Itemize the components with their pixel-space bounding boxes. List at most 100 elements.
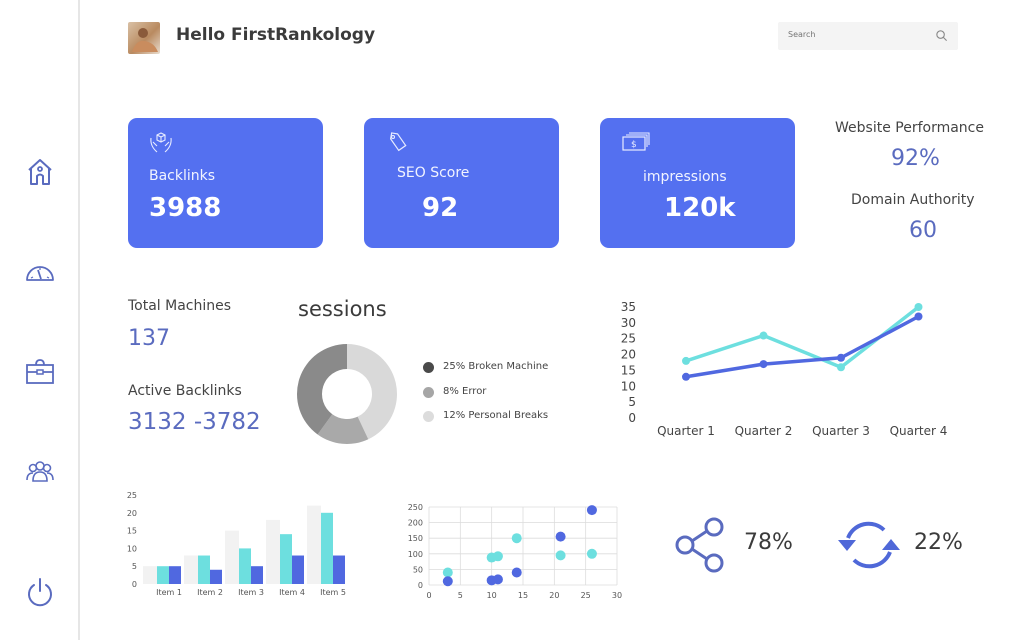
bar <box>184 555 198 584</box>
y-tick-label: 15 <box>127 527 137 536</box>
y-tick-label: 15 <box>621 363 636 377</box>
card-value: 92 <box>422 193 459 223</box>
data-point <box>682 356 690 365</box>
user-photo-icon <box>132 28 158 52</box>
sidebar-item-logout[interactable] <box>24 576 56 608</box>
x-tick-label: 30 <box>612 591 622 600</box>
bar <box>225 530 239 584</box>
tag-icon <box>389 132 407 152</box>
card-label: impressions <box>643 169 727 185</box>
data-point <box>682 372 690 381</box>
sidebar-item-home[interactable] <box>24 156 56 188</box>
x-tick-label: Quarter 4 <box>890 424 948 438</box>
search-input[interactable] <box>788 30 928 39</box>
speedometer-icon <box>26 266 54 281</box>
active-backlinks-value: 3132 -3782 <box>128 409 261 435</box>
bar <box>198 555 210 584</box>
y-tick-label: 200 <box>408 519 423 528</box>
data-point <box>511 533 522 544</box>
x-tick-label: Item 5 <box>320 588 346 597</box>
legend-dot <box>423 387 434 398</box>
data-point <box>442 576 453 587</box>
data-point <box>555 531 566 542</box>
bar <box>292 555 304 584</box>
bar <box>333 555 345 584</box>
y-tick-label: 0 <box>628 411 636 425</box>
avatar[interactable] <box>128 22 160 54</box>
y-tick-label: 10 <box>621 379 636 393</box>
y-tick-label: 20 <box>621 348 636 362</box>
y-tick-label: 35 <box>621 300 636 314</box>
y-tick-label: 250 <box>408 503 423 512</box>
active-backlinks-label: Active Backlinks <box>128 383 242 399</box>
x-tick-label: 20 <box>549 591 559 600</box>
card-value: 120k <box>664 193 736 223</box>
data-point <box>586 548 597 559</box>
bar <box>143 566 157 584</box>
sessions-title: sessions <box>298 297 387 321</box>
search-icon[interactable] <box>935 29 948 42</box>
quarterly-line-chart: 0 5 10 1520 25 30 35 Quarter 1 Quarter 2 Quarter … <box>621 300 948 438</box>
bar <box>280 534 292 584</box>
y-tick-label: 5 <box>628 395 636 409</box>
refresh-icon[interactable] <box>834 516 904 574</box>
card-impressions[interactable]: $ impressions 120k <box>600 118 795 248</box>
data-point <box>914 303 923 311</box>
briefcase-icon <box>26 359 54 384</box>
data-point <box>759 360 768 369</box>
power-icon <box>28 578 52 607</box>
sidebar-item-portfolio[interactable] <box>24 356 56 388</box>
y-tick-label: 0 <box>132 580 137 589</box>
dashboard-app: Hello FirstRankology Backlinks 3988 SEO … <box>0 0 1024 640</box>
svg-text:$: $ <box>631 140 637 150</box>
scatter-chart: 0 50 100 150 200 250 0 5 10 15 20 25 30 <box>408 503 622 600</box>
money-icon: $ <box>622 132 650 151</box>
data-point <box>914 312 923 321</box>
y-tick-label: 20 <box>127 509 137 518</box>
legend-dot <box>423 411 434 422</box>
share-metric-value: 78% <box>744 530 793 555</box>
card-label: SEO Score <box>397 165 470 181</box>
y-tick-label: 5 <box>132 562 137 571</box>
domain-authority-value: 60 <box>909 218 937 243</box>
legend-label: 25% Broken Machine <box>443 361 549 372</box>
refresh-metric-value: 22% <box>914 530 963 555</box>
legend-dot <box>423 362 434 373</box>
data-point <box>837 353 845 362</box>
x-tick-label: Item 2 <box>197 588 223 597</box>
website-performance-value: 92% <box>891 146 940 171</box>
bar <box>210 569 222 584</box>
bar <box>321 512 333 584</box>
y-tick-label: 100 <box>408 550 423 559</box>
items-bar-chart: 0 5 10 15 20 25 Item 1 Item 2 Item 3 Item 4 Item 5 <box>127 491 346 597</box>
x-tick-label: 25 <box>581 591 591 600</box>
y-tick-label: 50 <box>413 565 423 574</box>
search-box[interactable] <box>778 22 958 50</box>
data-point <box>555 550 566 561</box>
greeting-title: Hello FirstRankology <box>176 25 376 45</box>
data-point <box>492 551 503 562</box>
y-tick-label: 25 <box>621 332 636 346</box>
data-point <box>511 567 522 578</box>
series-line <box>685 314 920 379</box>
x-tick-label: 15 <box>518 591 528 600</box>
bar <box>157 566 169 584</box>
sidebar-item-dashboard[interactable] <box>24 256 56 288</box>
x-tick-label: Quarter 2 <box>735 424 793 438</box>
sessions-donut-chart <box>297 344 397 444</box>
data-point <box>492 574 503 585</box>
users-icon <box>26 461 54 482</box>
y-tick-label: 30 <box>621 316 636 330</box>
y-tick-label: 10 <box>127 544 137 553</box>
legend-label: 8% Error <box>443 386 487 397</box>
total-machines-label: Total Machines <box>128 298 232 314</box>
card-backlinks[interactable]: Backlinks 3988 <box>128 118 323 248</box>
bar <box>266 519 280 584</box>
sidebar-item-team[interactable] <box>24 456 56 488</box>
share-icon[interactable] <box>674 516 726 574</box>
y-tick-label: 25 <box>127 491 137 500</box>
card-seo-score[interactable]: SEO Score 92 <box>364 118 559 248</box>
data-point <box>837 363 845 372</box>
bar <box>307 505 321 584</box>
x-tick-label: Item 4 <box>279 588 305 597</box>
